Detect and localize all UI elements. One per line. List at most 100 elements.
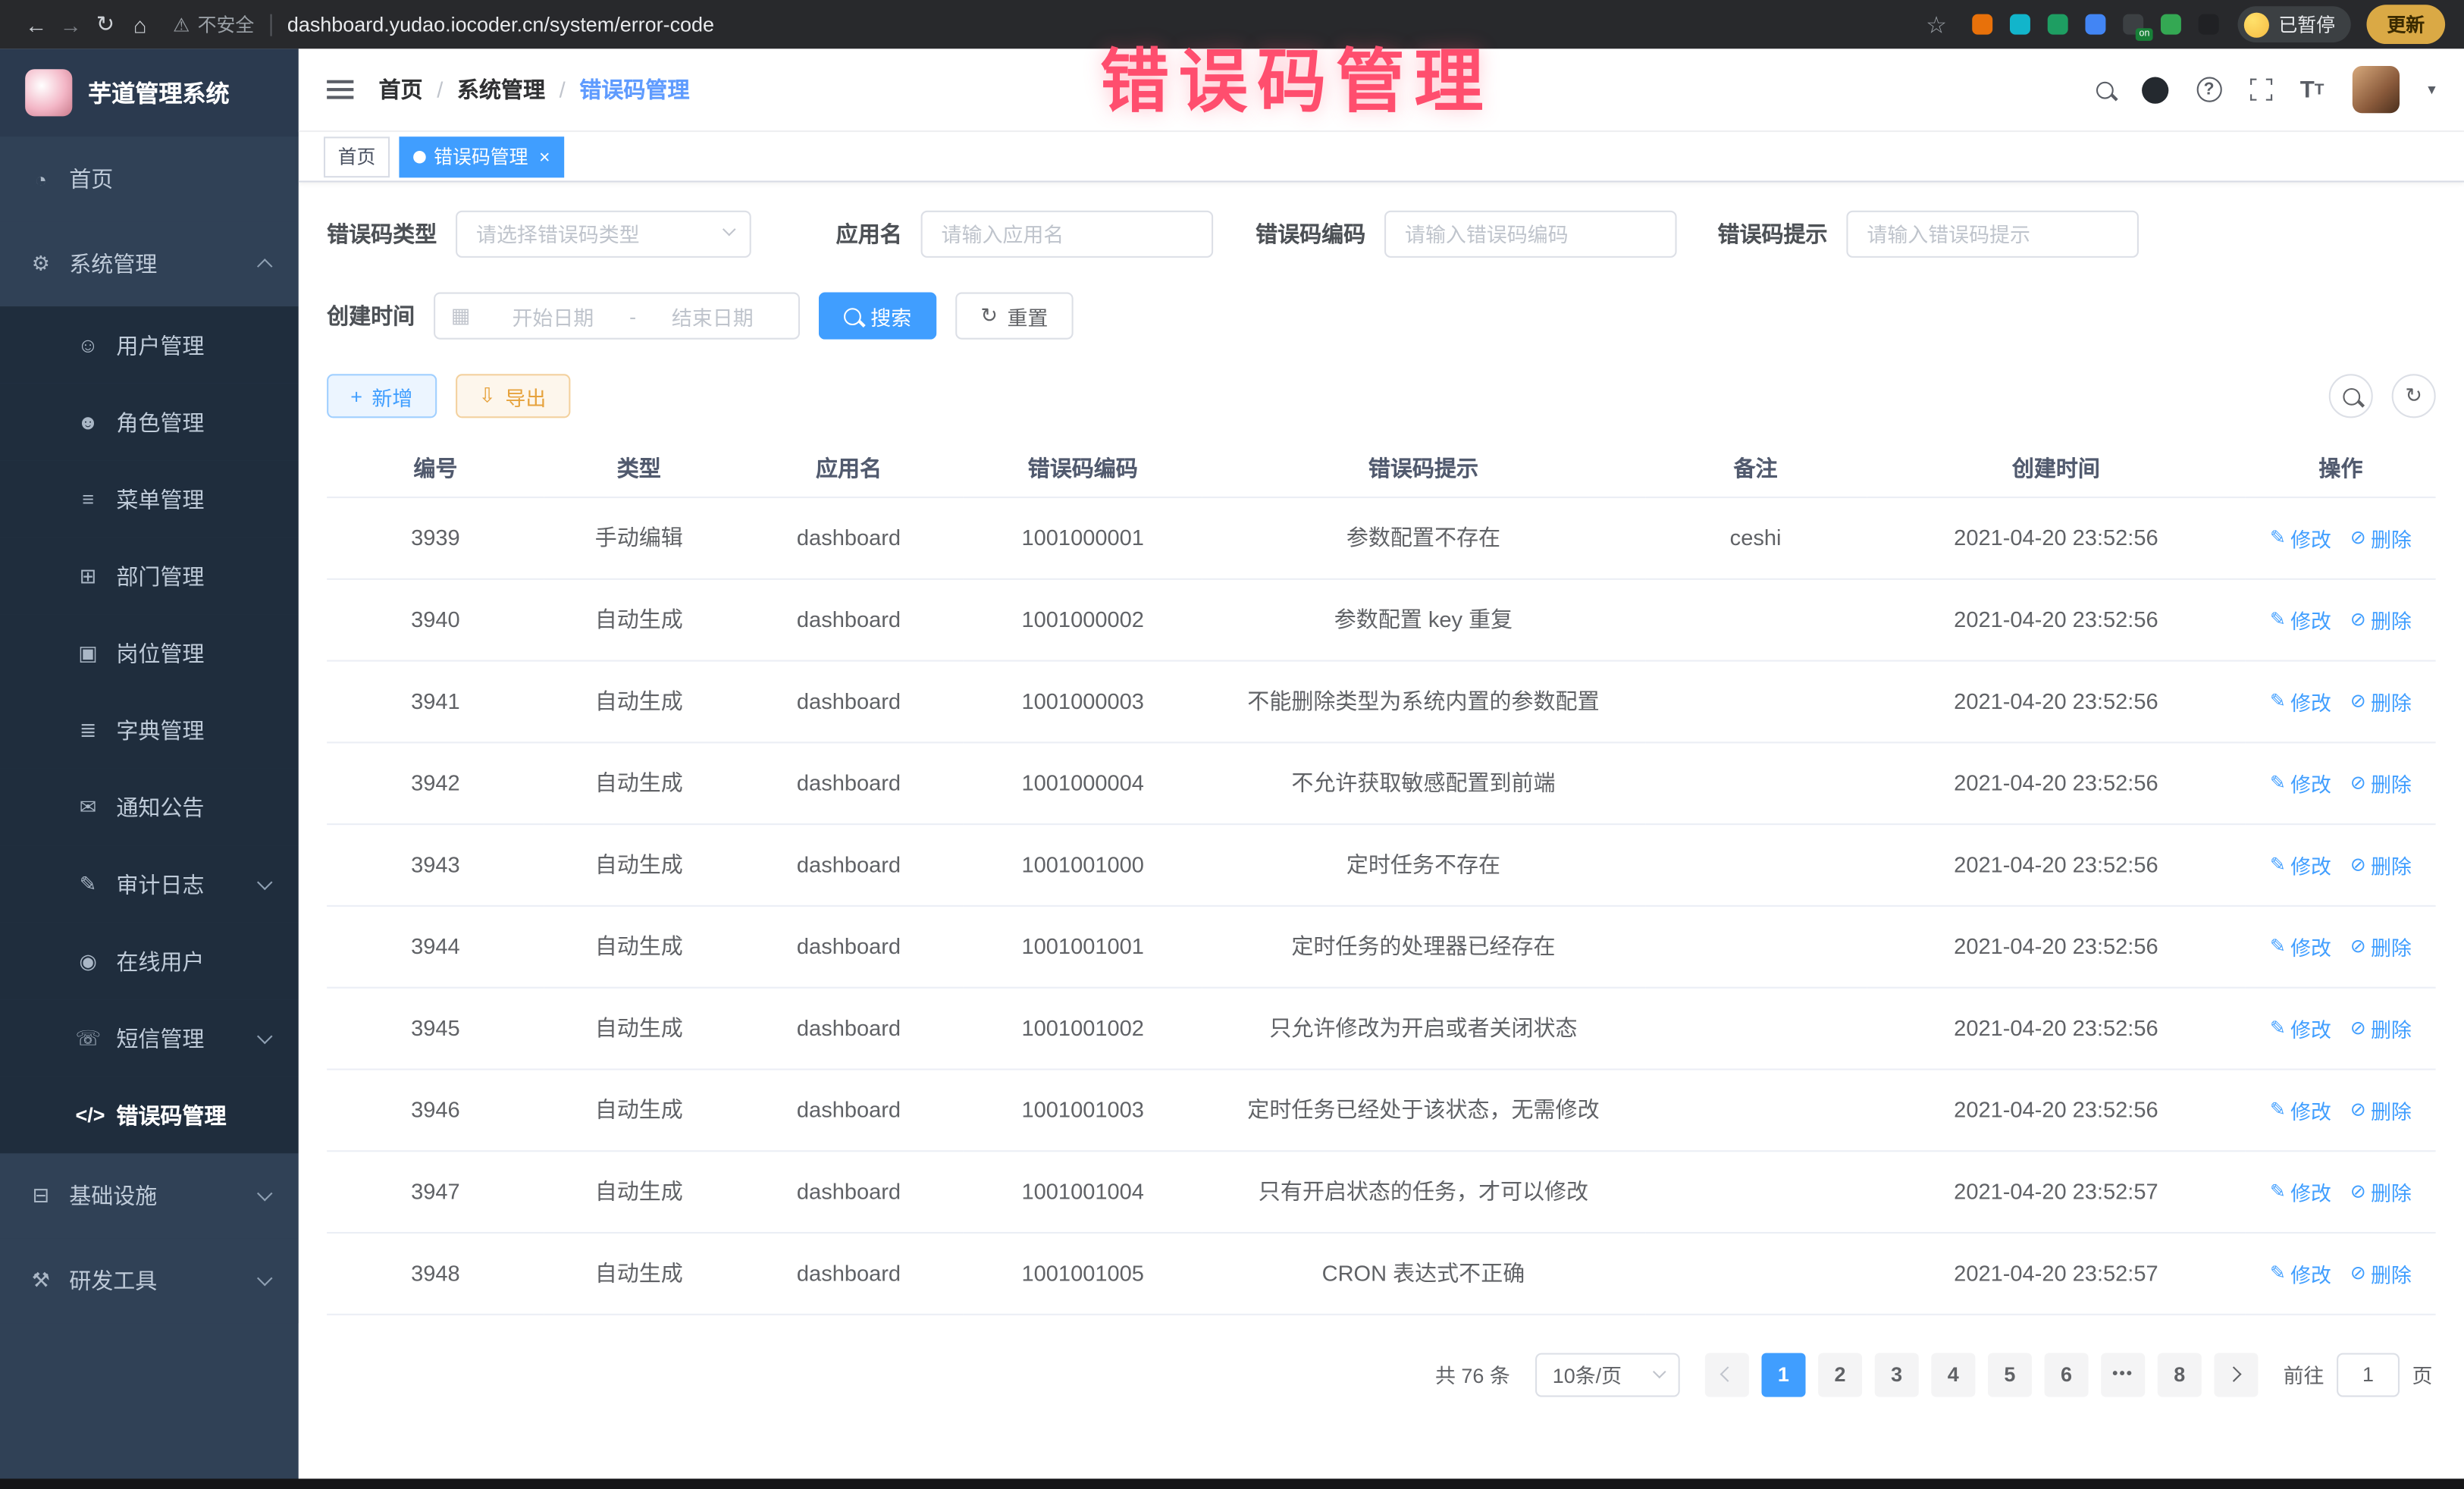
sidebar-item-online-users[interactable]: ◉在线用户 — [0, 923, 299, 1000]
refresh-table-button[interactable]: ↻ — [2392, 374, 2436, 418]
error-hint-input[interactable] — [1846, 211, 2139, 258]
delete-link[interactable]: ⊘删除 — [2350, 931, 2412, 961]
edit-link[interactable]: ✎修改 — [2270, 686, 2331, 716]
delete-link[interactable]: ⊘删除 — [2350, 849, 2412, 879]
goto-page-input[interactable] — [2337, 1353, 2400, 1397]
export-button[interactable]: ⇩ 导出 — [455, 374, 569, 418]
cell-app: dashboard — [734, 497, 964, 578]
cell-app: dashboard — [734, 905, 964, 987]
breadcrumb-item-home[interactable]: 首页 — [379, 74, 423, 105]
cell-id: 3940 — [327, 578, 544, 660]
delete-link[interactable]: ⊘删除 — [2350, 686, 2412, 716]
edit-link[interactable]: ✎修改 — [2270, 522, 2331, 552]
tab-error-code[interactable]: 错误码管理 × — [399, 136, 564, 177]
sidebar-item-dept[interactable]: ⊞部门管理 — [0, 538, 299, 615]
page-button-3[interactable]: 3 — [1875, 1353, 1919, 1397]
delete-link[interactable]: ⊘删除 — [2350, 1176, 2412, 1205]
extension-blue-icon[interactable] — [2085, 14, 2105, 35]
bookmark-star-icon[interactable]: ☆ — [1926, 10, 1947, 38]
error-type-select-input[interactable] — [456, 211, 751, 258]
sidebar-item-error-code[interactable]: </>错误码管理 — [0, 1077, 299, 1154]
next-page-button[interactable] — [2214, 1353, 2258, 1397]
page-button-8[interactable]: 8 — [2158, 1353, 2202, 1397]
delete-link[interactable]: ⊘删除 — [2350, 768, 2412, 798]
sidebar-item-dict[interactable]: ≣字典管理 — [0, 691, 299, 769]
sidebar-item-label: 菜单管理 — [116, 483, 204, 514]
reset-button[interactable]: ↻ 重置 — [955, 293, 1073, 340]
edit-link[interactable]: ✎修改 — [2270, 1176, 2331, 1205]
sidebar-item-role[interactable]: ☻角色管理 — [0, 384, 299, 461]
error-type-select[interactable] — [456, 211, 751, 258]
page-button-6[interactable]: 6 — [2045, 1353, 2089, 1397]
sidebar-item-infrastructure[interactable]: ⊟基础设施 — [0, 1153, 299, 1238]
extension-leaf-icon[interactable] — [2161, 14, 2181, 35]
edit-link[interactable]: ✎修改 — [2270, 931, 2331, 961]
add-button[interactable]: + 新增 — [327, 374, 436, 418]
search-icon[interactable] — [2096, 81, 2113, 99]
edit-link[interactable]: ✎修改 — [2270, 768, 2331, 798]
edit-link[interactable]: ✎修改 — [2270, 604, 2331, 634]
delete-link[interactable]: ⊘删除 — [2350, 522, 2412, 552]
delete-link[interactable]: ⊘删除 — [2350, 1095, 2412, 1124]
extension-orange-icon[interactable] — [1972, 14, 1992, 35]
app-name-input[interactable] — [921, 211, 1214, 258]
hamburger-icon[interactable] — [327, 80, 353, 99]
url-text[interactable]: dashboard.yudao.iocoder.cn/system/error-… — [287, 13, 714, 36]
edit-link[interactable]: ✎修改 — [2270, 1095, 2331, 1124]
reload-icon[interactable]: ↻ — [88, 11, 123, 38]
fullscreen-icon[interactable] — [2249, 79, 2271, 101]
extension-green-icon[interactable] — [2048, 14, 2068, 35]
extension-gray-icon[interactable] — [2199, 14, 2219, 35]
edit-link[interactable]: ✎修改 — [2270, 1013, 2331, 1042]
sidebar-item-notice[interactable]: ✉通知公告 — [0, 769, 299, 846]
toggle-search-button[interactable] — [2329, 374, 2373, 418]
error-code-input[interactable] — [1384, 211, 1677, 258]
sidebar-item-menu[interactable]: ≡菜单管理 — [0, 460, 299, 538]
filter-label: 错误码类型 — [327, 218, 437, 249]
sidebar-item-system[interactable]: ⚙系统管理 — [0, 221, 299, 306]
extension-dark-icon[interactable]: on — [2123, 14, 2143, 35]
profile-paused-badge[interactable]: 已暂停 — [2237, 6, 2350, 42]
tab-home[interactable]: 首页 — [324, 136, 390, 177]
more-pages-button[interactable]: ••• — [2101, 1353, 2145, 1397]
sidebar-item-dev-tools[interactable]: ⚒研发工具 — [0, 1238, 299, 1323]
paused-label: 已暂停 — [2278, 11, 2335, 38]
back-icon[interactable]: ← — [19, 12, 54, 37]
page-button-5[interactable]: 5 — [1988, 1353, 2032, 1397]
delete-link[interactable]: ⊘删除 — [2350, 1013, 2412, 1042]
sidebar-item-user[interactable]: ☺用户管理 — [0, 306, 299, 384]
edit-link[interactable]: ✎修改 — [2270, 1258, 2331, 1287]
edit-link[interactable]: ✎修改 — [2270, 849, 2331, 879]
sidebar-item-audit-log[interactable]: ✎审计日志 — [0, 845, 299, 923]
security-warning[interactable]: ⚠ 不安全 — [173, 11, 254, 38]
delete-link[interactable]: ⊘删除 — [2350, 604, 2412, 634]
cell-remark — [1645, 578, 1867, 660]
github-icon[interactable] — [2141, 77, 2168, 103]
prev-page-button[interactable] — [1705, 1353, 1749, 1397]
close-icon[interactable]: × — [539, 146, 550, 168]
sidebar-item-home[interactable]: ◔首页 — [0, 136, 299, 221]
delete-link[interactable]: ⊘删除 — [2350, 1258, 2412, 1287]
extension-teal-icon[interactable] — [2010, 14, 2030, 35]
chrome-update-button[interactable]: 更新 — [2366, 5, 2445, 44]
cell-type: 自动生成 — [544, 823, 734, 905]
breadcrumb-item-system[interactable]: 系统管理 — [457, 74, 545, 105]
sidebar-item-post[interactable]: ▣岗位管理 — [0, 614, 299, 691]
page-button-4[interactable]: 4 — [1931, 1353, 1975, 1397]
help-icon[interactable]: ? — [2196, 77, 2221, 102]
forward-icon[interactable]: → — [53, 12, 88, 37]
search-button[interactable]: 搜索 — [819, 293, 936, 340]
date-range-picker[interactable]: ▦ 开始日期 - 结束日期 — [434, 293, 800, 340]
page-size-select[interactable]: 10条/页 — [1535, 1353, 1680, 1397]
download-icon: ⇩ — [478, 384, 496, 409]
page-button-2[interactable]: 2 — [1818, 1353, 1862, 1397]
page-jumper: 前往 页 — [2284, 1353, 2433, 1397]
page-button-1[interactable]: 1 — [1761, 1353, 1805, 1397]
font-size-icon[interactable]: TT — [2300, 77, 2324, 103]
user-avatar[interactable] — [2353, 66, 2400, 113]
home-icon[interactable]: ⌂ — [123, 12, 158, 37]
chevron-down-icon[interactable]: ▾ — [2428, 81, 2435, 99]
sidebar-item-sms[interactable]: ☏短信管理 — [0, 999, 299, 1077]
app-logo[interactable]: 芋道管理系统 — [0, 49, 299, 136]
cell-code: 1001000001 — [964, 497, 1202, 578]
